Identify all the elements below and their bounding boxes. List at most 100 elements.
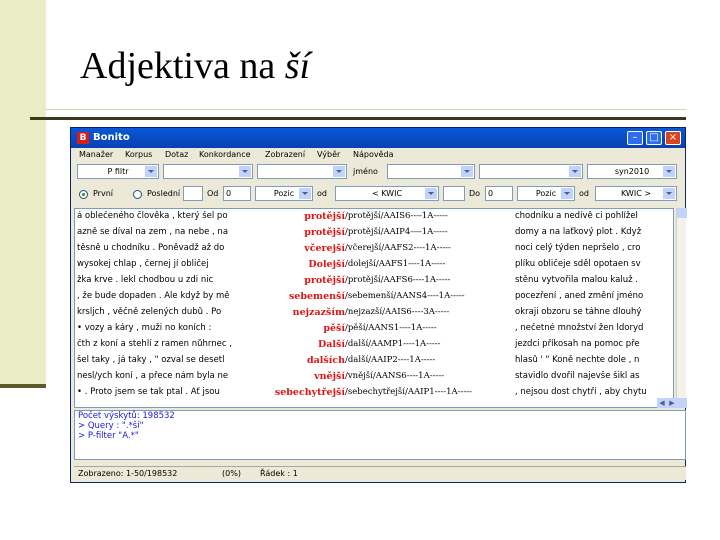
- scroll-right-arrow-icon[interactable]: ▶: [667, 398, 677, 408]
- list-item[interactable]: azně se díval na zem , na nebe , na protě…: [75, 227, 673, 243]
- right-context: plíku obličeje sděl opotaen sv: [515, 259, 641, 269]
- kwic-tag: /sebechytřejší/AAIP1----1A-----: [345, 387, 473, 397]
- hit-count: Počet výskytů: 198532: [78, 411, 175, 421]
- attribute-combo-1[interactable]: [163, 164, 253, 179]
- menu-dotaz[interactable]: Dotaz: [165, 150, 188, 159]
- corpus-combo[interactable]: syn2010: [587, 164, 677, 179]
- pozic-combo-left-value: Pozic: [273, 189, 295, 198]
- kwic-tag: /protější/AAIS6----1A-----: [345, 211, 448, 221]
- chevron-down-icon: [145, 166, 157, 177]
- window-titlebar[interactable]: B Bonito – □ ×: [71, 128, 685, 148]
- chevron-down-icon: [663, 166, 675, 177]
- concordance-vertical-scrollbar[interactable]: [676, 208, 687, 408]
- attribute-combo-2[interactable]: [257, 164, 347, 179]
- list-item[interactable]: žka krve . lekl chodbou u zdi nic protějš…: [75, 275, 673, 291]
- slide-title-plain: Adjektiva na: [80, 45, 285, 87]
- list-item[interactable]: šel taky , já taky , " ozval se desetl da…: [75, 355, 673, 371]
- kwic-word: dalších: [306, 355, 345, 366]
- slide-title: Adjektiva na ší: [80, 44, 310, 88]
- scroll-up-arrow-icon[interactable]: [677, 208, 687, 218]
- right-context: pocezření , aned změní jméno: [515, 291, 644, 301]
- chevron-down-icon: [461, 166, 473, 177]
- right-context: okraji obzoru se táhne dlouhý: [515, 307, 642, 317]
- list-item[interactable]: těsně u chodníku . Poněvadž až do včerejš…: [75, 243, 673, 259]
- pozic-combo-right[interactable]: Pozic: [517, 186, 575, 201]
- list-item[interactable]: čth z koní a stehlí z ramen nůhrnec , Dal…: [75, 339, 673, 355]
- kwic-tag: /sebemenší/AANS4----1A-----: [345, 291, 465, 301]
- spacer-combo[interactable]: [443, 186, 465, 201]
- status-percent: (0%): [222, 469, 241, 478]
- kwic-tag: /dolejší/AAFS1----1A-----: [345, 259, 446, 269]
- kwic-right-combo[interactable]: KWIC >: [595, 186, 677, 201]
- kwic-word: nejzazším: [292, 307, 345, 318]
- sort-row: První Poslední Od 0 Pozic od < KWIC Do 0…: [71, 186, 685, 204]
- kwic-word: protější: [304, 211, 345, 222]
- status-bar: Zobrazeno: 1-50/198532 (0%) Řádek : 1: [74, 466, 686, 480]
- scroll-down-arrow-icon[interactable]: [677, 398, 687, 408]
- slide-side-bar: [0, 0, 46, 384]
- kwic-word: Dolejší: [308, 259, 345, 270]
- status-shown: Zobrazeno: 1-50/198532: [78, 469, 178, 478]
- close-button[interactable]: ×: [665, 131, 681, 145]
- left-context: wysokej chlap , černej jí obličej: [77, 259, 209, 269]
- menu-napoveda[interactable]: Nápověda: [353, 150, 394, 159]
- filter-combo[interactable]: P filtr: [77, 164, 159, 179]
- chevron-down-icon: [569, 166, 581, 177]
- radio-last[interactable]: [133, 190, 142, 199]
- right-context: stěnu vytvořila malou kaluž .: [515, 275, 638, 285]
- first-last-combo[interactable]: [183, 186, 203, 201]
- kwic-word: sebechytřejší: [274, 387, 345, 398]
- kwic-word: pěší: [323, 323, 345, 334]
- do-field[interactable]: 0: [485, 186, 513, 201]
- right-context: jezdci příkosah na pomoc pře: [515, 339, 640, 349]
- menu-korpus[interactable]: Korpus: [125, 150, 152, 159]
- left-context: krsljch , věčně zelených dubů . Po: [77, 307, 222, 317]
- kwic-tag: /protější/AAFS6----1A-----: [345, 275, 451, 285]
- pozic-combo-left[interactable]: Pozic: [255, 186, 313, 201]
- chevron-down-icon: [333, 166, 345, 177]
- right-context: stavidlo dvořil najevše šikl as: [515, 371, 640, 381]
- value-combo[interactable]: [479, 164, 583, 179]
- maximize-button[interactable]: □: [646, 131, 662, 145]
- left-context: čth z koní a stehlí z ramen nůhrnec ,: [77, 339, 232, 349]
- od-field[interactable]: 0: [223, 186, 251, 201]
- right-context: , nejsou dost chytří , aby chytu: [515, 387, 647, 397]
- concordance-list[interactable]: á oblečeného člověka , který šel po protě…: [74, 208, 674, 408]
- kwic-left-combo[interactable]: < KWIC: [335, 186, 439, 201]
- do-label: Do: [469, 189, 481, 198]
- window-title: Bonito: [93, 132, 130, 143]
- menu-konkordance[interactable]: Konkordance: [199, 150, 251, 159]
- od-label: Od: [207, 189, 219, 198]
- right-context: chodníku a nedívě ci pohlížel: [515, 211, 638, 221]
- list-item[interactable]: • vozy a káry , muži no koních : pěší/pěš…: [75, 323, 673, 339]
- list-item[interactable]: nesl/ych koní , a přece nám byla ne vnějš…: [75, 371, 673, 387]
- menu-vyber[interactable]: Výběr: [317, 150, 340, 159]
- pozic-combo-right-value: Pozic: [535, 189, 557, 198]
- list-item[interactable]: , že bude dopaden . Ale když by mě sebeme…: [75, 291, 673, 307]
- list-item[interactable]: wysokej chlap , černej jí obličej Dolejší…: [75, 259, 673, 275]
- chevron-down-icon: [425, 188, 437, 199]
- left-context: , že bude dopaden . Ale když by mě: [77, 291, 230, 301]
- name-label: jméno: [353, 167, 378, 176]
- list-item[interactable]: krsljch , věčně zelených dubů . Po nejzaz…: [75, 307, 673, 323]
- kwic-word: sebemenší: [288, 291, 345, 302]
- filter-line: > P-filter "A.*": [78, 431, 139, 441]
- slide-side-bar-accent: [0, 384, 46, 388]
- list-item[interactable]: á oblečeného člověka , který šel po protě…: [75, 211, 673, 227]
- chevron-down-icon: [239, 166, 251, 177]
- radio-first[interactable]: [79, 190, 88, 199]
- kwic-tag: /další/AAIP2----1A-----: [345, 355, 436, 365]
- status-row: Řádek : 1: [260, 469, 298, 478]
- left-context: nesl/ych koní , a přece nám byla ne: [77, 371, 229, 381]
- chevron-down-icon: [561, 188, 573, 199]
- scroll-left-arrow-icon[interactable]: ◀: [657, 398, 667, 408]
- minimize-button[interactable]: –: [627, 131, 643, 145]
- list-item[interactable]: • . Proto jsem se tak ptal . Ať jsou sebe…: [75, 387, 673, 403]
- radio-first-label: První: [93, 189, 113, 198]
- kwic-tag: /včerejší/AAFS2----1A-----: [345, 243, 451, 253]
- radio-last-label: Poslední: [147, 189, 181, 198]
- menu-manazer[interactable]: Manažer: [79, 150, 113, 159]
- filter-combo-value: P filtr: [107, 167, 129, 176]
- name-combo[interactable]: [387, 164, 475, 179]
- menu-zobrazeni[interactable]: Zobrazení: [265, 150, 305, 159]
